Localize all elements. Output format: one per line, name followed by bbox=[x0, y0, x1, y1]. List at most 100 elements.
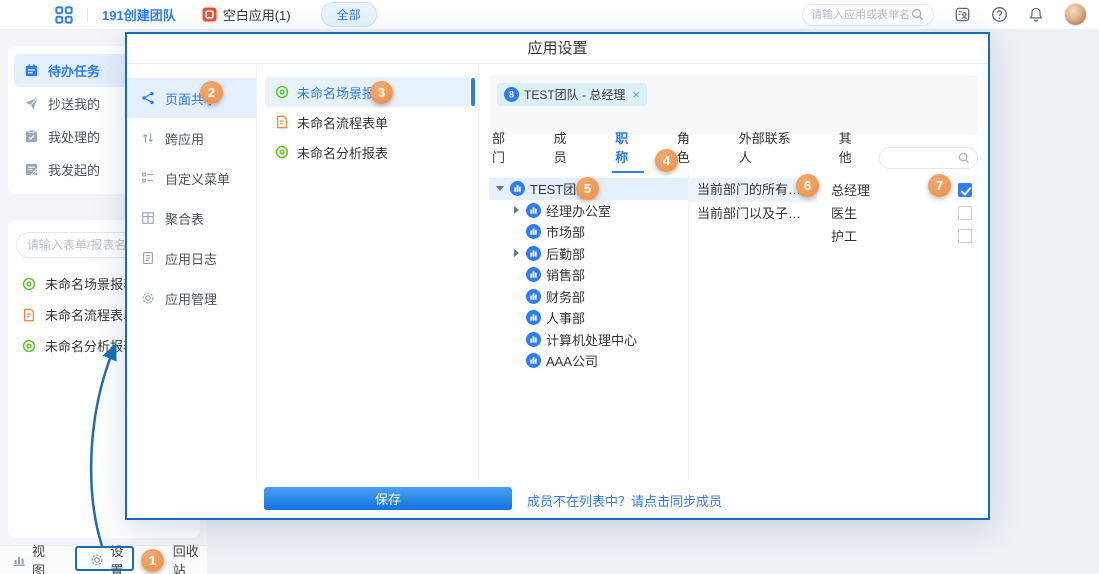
checkbox-nurse[interactable] bbox=[958, 229, 972, 243]
tree-node-label: 销售部 bbox=[546, 265, 585, 284]
modal-nav-custom-menu[interactable]: 自定义菜单 bbox=[127, 158, 256, 198]
current-app-label: 空白应用(1) bbox=[223, 5, 291, 24]
sidebar-item-label: 待办任务 bbox=[48, 61, 100, 80]
modal-form-label: 未命名分析报表 bbox=[297, 143, 388, 162]
caret-right-icon[interactable] bbox=[511, 249, 521, 257]
search-icon bbox=[958, 152, 970, 164]
checkbox-general-manager[interactable] bbox=[958, 183, 972, 197]
tab-member[interactable]: 成员 bbox=[551, 128, 583, 173]
modal-form-label: 未命名流程表单 bbox=[297, 113, 388, 132]
user-avatar[interactable] bbox=[1064, 3, 1087, 26]
caret-down-icon[interactable] bbox=[495, 186, 505, 191]
tab-external-contact[interactable]: 外部联系人 bbox=[736, 128, 806, 173]
modal-nav-label: 应用管理 bbox=[165, 289, 217, 308]
org-tree: TEST团队 经理办公室 市场部 bbox=[489, 173, 689, 480]
search-icon bbox=[911, 8, 924, 21]
org-icon bbox=[526, 310, 541, 325]
modal-form-label: 未命名场景报表 bbox=[297, 83, 388, 102]
tree-node-marketing[interactable]: 市场部 bbox=[489, 221, 688, 243]
modal-form-analysis-report[interactable]: 未命名分析报表 bbox=[265, 137, 470, 167]
gear-icon bbox=[141, 291, 155, 305]
tree-node-label: 后勤部 bbox=[546, 244, 585, 263]
tab-other[interactable]: 其他 bbox=[836, 128, 868, 173]
topbar: 191创建团队 空白应用(1) 全部 bbox=[0, 0, 1099, 30]
picker-search[interactable] bbox=[879, 147, 978, 169]
share-panel: 8 TEST团队 - 总经理 × 部门 成员 职称 角色 外部联系人 其他 bbox=[479, 65, 988, 480]
team-logo-icon: 8 bbox=[504, 87, 519, 102]
sync-members-link[interactable]: 成员不在列表中？请点击同步成员 bbox=[527, 491, 722, 510]
modal-nav-app-manage[interactable]: 应用管理 bbox=[127, 278, 256, 318]
org-icon bbox=[526, 267, 541, 282]
form-list-scrollbar[interactable] bbox=[471, 78, 475, 106]
modal-nav-label: 跨应用 bbox=[165, 129, 204, 148]
scope-current-and-sub-dept[interactable]: 当前部门以及子部门的所… bbox=[689, 202, 817, 226]
job-title-label: 总经理 bbox=[831, 180, 870, 199]
app-grid-icon[interactable] bbox=[55, 6, 73, 24]
tree-node-aaa-company[interactable]: AAA公司 bbox=[489, 350, 688, 372]
tree-node-hr[interactable]: 人事部 bbox=[489, 307, 688, 329]
modal-nav-app-log[interactable]: 应用日志 bbox=[127, 238, 256, 278]
paper-plane-icon bbox=[24, 96, 39, 111]
picker-search-input[interactable] bbox=[887, 151, 957, 166]
save-button[interactable]: 保存 bbox=[264, 487, 512, 510]
tree-node-sales[interactable]: 销售部 bbox=[489, 264, 688, 286]
tree-node-computer-center[interactable]: 计算机处理中心 bbox=[489, 329, 688, 351]
tree-node-label: 市场部 bbox=[546, 222, 585, 241]
tab-department[interactable]: 部门 bbox=[489, 128, 521, 173]
view-button[interactable]: 视图 bbox=[12, 541, 52, 574]
job-title-label: 护工 bbox=[831, 226, 857, 245]
tree-node-label: 经理办公室 bbox=[546, 201, 611, 220]
modal-nav: 页面共享 跨应用 自定义菜单 bbox=[127, 65, 257, 480]
org-icon bbox=[526, 246, 541, 261]
tree-node-logistics[interactable]: 后勤部 bbox=[489, 243, 688, 265]
contacts-icon[interactable] bbox=[954, 6, 971, 23]
tab-job-title[interactable]: 职称 bbox=[612, 128, 644, 173]
form-item-label: 未命名分析报表 bbox=[45, 336, 136, 355]
modal-nav-cross-app[interactable]: 跨应用 bbox=[127, 118, 256, 158]
modal-nav-page-share[interactable]: 页面共享 bbox=[127, 78, 256, 118]
scope-current-dept[interactable]: 当前部门的所有职称 bbox=[689, 178, 817, 202]
global-search[interactable] bbox=[802, 4, 934, 26]
view-label: 视图 bbox=[32, 541, 52, 574]
caret-right-icon[interactable] bbox=[511, 206, 521, 214]
recycle-bin-button[interactable]: 回收站 bbox=[173, 541, 207, 574]
org-icon bbox=[526, 353, 541, 368]
checkbox-doctor[interactable] bbox=[958, 206, 972, 220]
share-icon bbox=[141, 91, 155, 105]
filter-all-pill[interactable]: 全部 bbox=[321, 2, 377, 27]
global-search-input[interactable] bbox=[811, 9, 911, 21]
tree-node-test-team[interactable]: TEST团队 bbox=[489, 178, 688, 200]
bell-icon[interactable] bbox=[1028, 6, 1044, 23]
tree-node-finance[interactable]: 财务部 bbox=[489, 286, 688, 308]
tab-role[interactable]: 角色 bbox=[674, 128, 706, 173]
sidebar-item-label: 我处理的 bbox=[48, 127, 100, 146]
sidebar-item-label: 我发起的 bbox=[48, 160, 100, 179]
current-app-tab[interactable]: 空白应用(1) bbox=[202, 5, 291, 24]
job-title-row-general-manager: 总经理 bbox=[831, 178, 972, 201]
tree-node-manager-office[interactable]: 经理办公室 bbox=[489, 200, 688, 222]
modal-form-scene-report[interactable]: 未命名场景报表 bbox=[265, 77, 470, 107]
modal-form-flow-form[interactable]: 未命名流程表单 bbox=[265, 107, 470, 137]
tag-close-icon[interactable]: × bbox=[632, 87, 640, 102]
selected-member-tag[interactable]: 8 TEST团队 - 总经理 × bbox=[497, 83, 647, 106]
clipboard-check-icon bbox=[24, 129, 39, 144]
custom-menu-icon bbox=[141, 171, 155, 185]
blank-app-icon bbox=[202, 7, 217, 22]
app-settings-modal: 应用设置 页面共享 跨应用 bbox=[125, 32, 990, 520]
modal-nav-label: 自定义菜单 bbox=[165, 169, 230, 188]
gear-icon bbox=[90, 553, 104, 567]
job-title-row-doctor: 医生 bbox=[831, 201, 972, 224]
cross-app-icon bbox=[141, 131, 155, 145]
settings-button[interactable]: 设置 bbox=[90, 541, 130, 574]
analysis-report-icon bbox=[22, 339, 36, 353]
scene-report-icon bbox=[275, 85, 289, 99]
analysis-report-icon bbox=[275, 145, 289, 159]
team-name-link[interactable]: 191创建团队 bbox=[102, 5, 176, 24]
modal-nav-aggregate-table[interactable]: 聚合表 bbox=[127, 198, 256, 238]
modal-nav-label: 聚合表 bbox=[165, 209, 204, 228]
modal-nav-label: 应用日志 bbox=[165, 249, 217, 268]
help-icon[interactable] bbox=[991, 6, 1008, 23]
modal-form-list: 未命名场景报表 未命名流程表单 未命名分析报表 bbox=[257, 65, 479, 480]
flow-form-icon bbox=[22, 308, 36, 322]
svg-text:8: 8 bbox=[509, 90, 514, 100]
